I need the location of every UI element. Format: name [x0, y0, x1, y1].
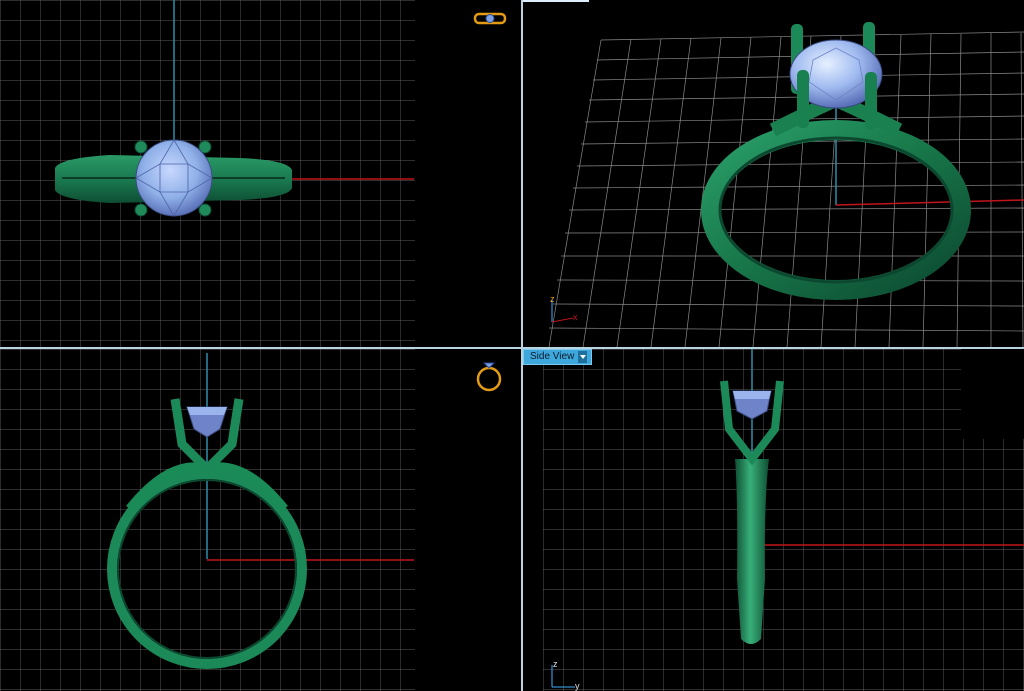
axis-z-label: z [553, 659, 558, 669]
front-view-canvas [0, 349, 502, 691]
prong [134, 203, 148, 217]
perspective-canvas: x z [548, 22, 1024, 347]
axis-z-label: z [550, 294, 555, 304]
viewport-top[interactable] [0, 0, 521, 347]
viewport-perspective[interactable]: x z [523, 0, 1024, 347]
prong [797, 70, 809, 128]
viewport-divider-vertical[interactable] [521, 0, 523, 691]
axis-x-label: x [573, 312, 578, 322]
prong [198, 203, 212, 217]
view-label-dropdown[interactable]: Side View [523, 349, 593, 365]
gem-crown [733, 391, 771, 399]
gem-crown [187, 407, 227, 415]
axis-y-label: y [575, 681, 580, 691]
axis-x-line [835, 199, 1024, 206]
chevron-down-icon[interactable] [578, 351, 588, 363]
gem [135, 139, 213, 217]
viewport-front[interactable] [0, 349, 521, 691]
side-view-canvas: z y [543, 349, 1024, 691]
view-label-text: Side View [530, 351, 575, 362]
viewport-divider-horizontal[interactable] [0, 347, 1024, 349]
grid-extension [961, 439, 1024, 691]
viewport-side[interactable]: z y Side View [523, 349, 1024, 691]
top-view-canvas [0, 0, 507, 347]
prong [865, 72, 877, 130]
ring-front-icon[interactable] [476, 362, 502, 392]
ring-top-icon[interactable] [473, 12, 507, 25]
prong [134, 140, 148, 154]
active-viewport-indicator [523, 0, 589, 2]
